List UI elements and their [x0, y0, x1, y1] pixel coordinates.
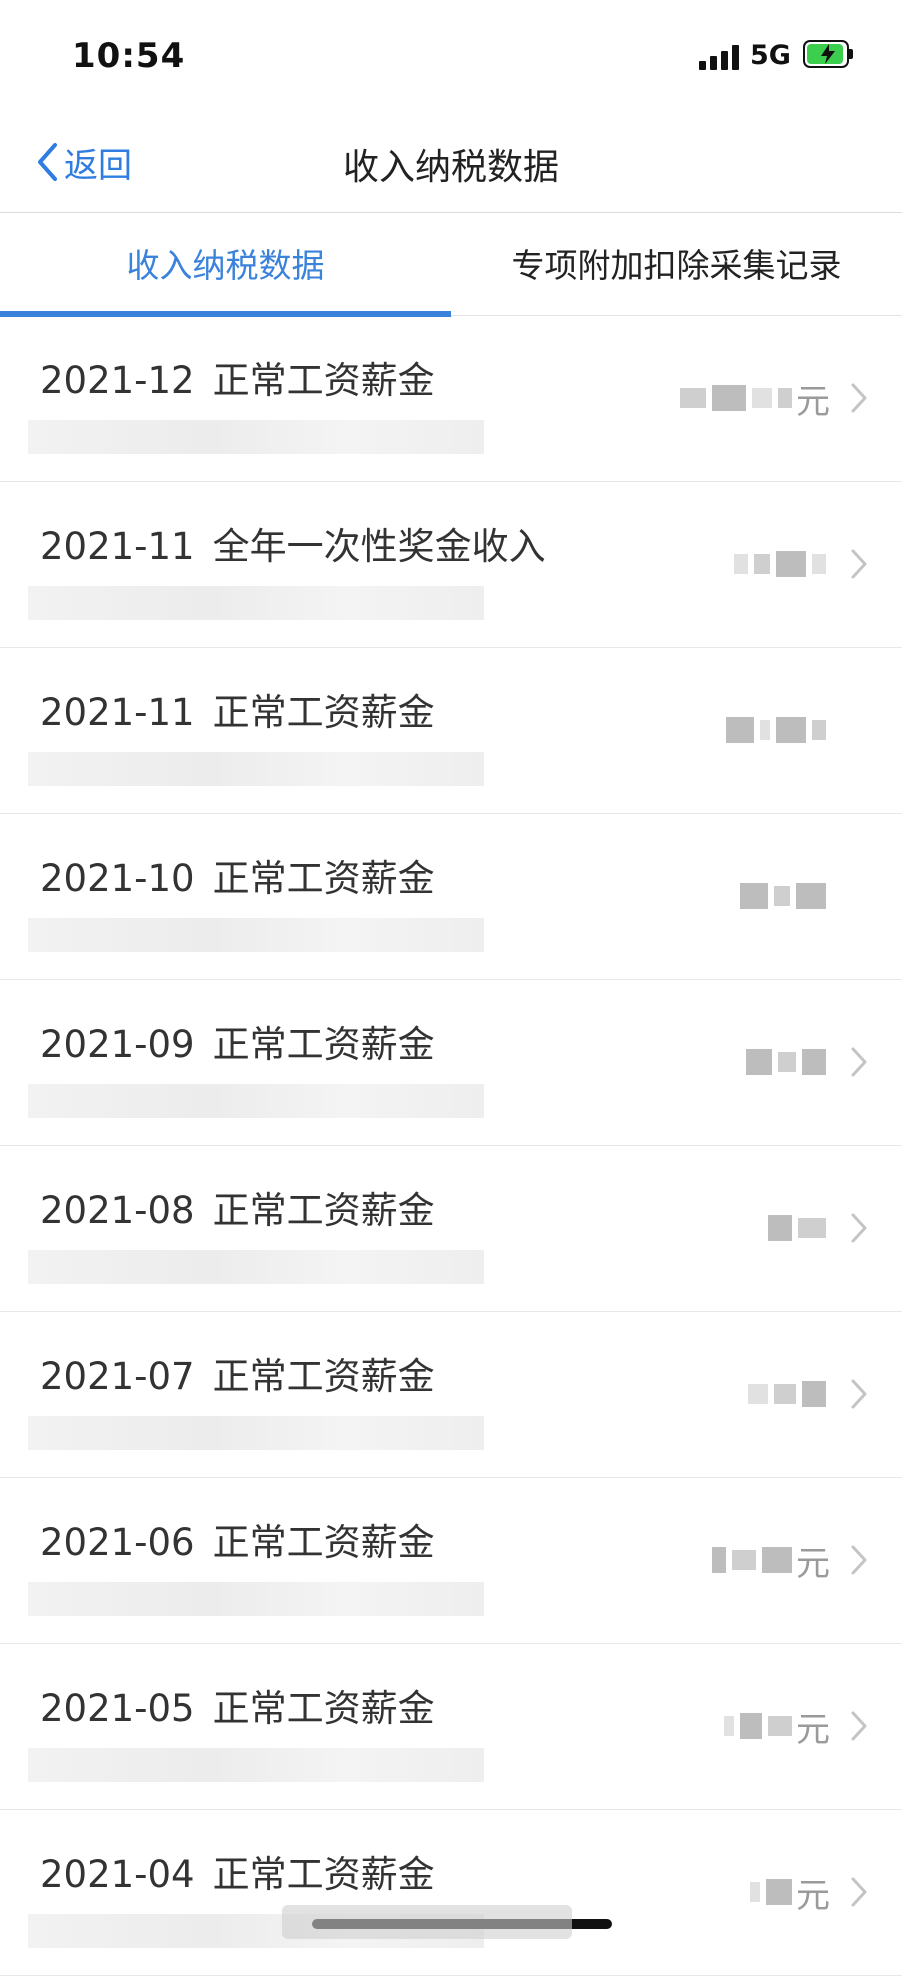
- redacted-detail: [28, 752, 484, 786]
- list-item[interactable]: 2021-10 正常工资薪金: [0, 814, 902, 980]
- battery-charging-icon: [803, 40, 853, 68]
- redacted-detail: [28, 420, 484, 454]
- redacted-overlay: [282, 1905, 572, 1939]
- record-type: 全年一次性奖金收入: [212, 525, 546, 568]
- redacted-amount: [660, 1370, 830, 1418]
- list-item[interactable]: 2021-06 正常工资薪金 元: [0, 1478, 902, 1644]
- record-title: 2021-11 正常工资薪金: [40, 682, 435, 736]
- status-time: 10:54: [72, 36, 186, 76]
- redacted-amount: 元: [660, 1536, 830, 1584]
- list-item[interactable]: 2021-08 正常工资薪金: [0, 1146, 902, 1312]
- redacted-amount: [660, 872, 830, 920]
- record-period: 2021-07: [40, 1355, 195, 1398]
- amount-unit: 元: [796, 1543, 830, 1584]
- chevron-right-icon: [851, 1213, 867, 1243]
- redacted-amount: [660, 540, 830, 588]
- record-title: 2021-06 正常工资薪金: [40, 1512, 435, 1566]
- amount-unit: 元: [796, 1709, 830, 1750]
- redacted-amount: [660, 706, 830, 754]
- record-type: 正常工资薪金: [212, 1521, 435, 1564]
- record-period: 2021-11: [40, 691, 195, 734]
- record-title: 2021-07 正常工资薪金: [40, 1346, 435, 1400]
- record-period: 2021-05: [40, 1687, 195, 1730]
- status-bar: 10:54 5G: [0, 0, 902, 110]
- record-type: 正常工资薪金: [212, 1853, 435, 1896]
- chevron-right-icon: [851, 1047, 867, 1077]
- redacted-detail: [28, 586, 484, 620]
- record-period: 2021-04: [40, 1853, 195, 1896]
- network-type: 5G: [750, 40, 791, 71]
- record-title: 2021-05 正常工资薪金: [40, 1678, 435, 1732]
- record-type: 正常工资薪金: [212, 1189, 435, 1232]
- record-period: 2021-10: [40, 857, 195, 900]
- record-period: 2021-11: [40, 525, 195, 568]
- redacted-detail: [28, 1748, 484, 1782]
- redacted-detail: [28, 1582, 484, 1616]
- record-type: 正常工资薪金: [212, 359, 435, 402]
- list-item[interactable]: 2021-09 正常工资薪金: [0, 980, 902, 1146]
- record-title: 2021-09 正常工资薪金: [40, 1014, 435, 1068]
- tab-income-tax-data[interactable]: 收入纳税数据: [0, 213, 451, 313]
- chevron-right-icon: [851, 1545, 867, 1575]
- list-item[interactable]: 2021-11 正常工资薪金: [0, 648, 902, 814]
- redacted-amount: 元: [660, 1702, 830, 1750]
- record-title: 2021-04 正常工资薪金: [40, 1844, 435, 1898]
- redacted-amount: 元: [660, 1868, 830, 1916]
- list-item[interactable]: 2021-11 全年一次性奖金收入: [0, 482, 902, 648]
- signal-bars-icon: [699, 44, 741, 70]
- record-title: 2021-12 正常工资薪金: [40, 350, 435, 404]
- page-title: 收入纳税数据: [342, 147, 559, 188]
- record-period: 2021-08: [40, 1189, 195, 1232]
- home-indicator[interactable]: [282, 1905, 612, 1939]
- nav-bar: 返回 收入纳税数据: [0, 110, 902, 213]
- tab-bar: 收入纳税数据 专项附加扣除采集记录: [0, 213, 902, 317]
- record-period: 2021-12: [40, 359, 195, 402]
- chevron-right-icon: [851, 1711, 867, 1741]
- chevron-right-icon: [851, 1379, 867, 1409]
- tab-special-deduction-records[interactable]: 专项附加扣除采集记录: [451, 213, 902, 313]
- list-item[interactable]: 2021-12 正常工资薪金 元: [0, 316, 902, 482]
- record-title: 2021-10 正常工资薪金: [40, 848, 435, 902]
- redacted-detail: [28, 1250, 484, 1284]
- record-type: 正常工资薪金: [212, 857, 435, 900]
- record-type: 正常工资薪金: [212, 1023, 435, 1066]
- chevron-right-icon: [851, 1877, 867, 1907]
- record-period: 2021-06: [40, 1521, 195, 1564]
- redacted-amount: [660, 1204, 830, 1252]
- record-type: 正常工资薪金: [212, 691, 435, 734]
- amount-unit: 元: [796, 1875, 830, 1916]
- redacted-amount: 元: [660, 374, 830, 422]
- amount-unit: 元: [796, 381, 830, 422]
- record-period: 2021-09: [40, 1023, 195, 1066]
- list-item[interactable]: 2021-05 正常工资薪金 元: [0, 1644, 902, 1810]
- record-title: 2021-11 全年一次性奖金收入: [40, 516, 546, 570]
- redacted-detail: [28, 918, 484, 952]
- income-record-list: 2021-12 正常工资薪金 元 2021-11 全年一次性奖金收入 2021-11…: [0, 316, 902, 1976]
- chevron-right-icon: [851, 549, 867, 579]
- record-type: 正常工资薪金: [212, 1687, 435, 1730]
- list-item[interactable]: 2021-04 正常工资薪金 元: [0, 1810, 902, 1976]
- redacted-amount: [660, 1038, 830, 1086]
- redacted-detail: [28, 1416, 484, 1450]
- record-type: 正常工资薪金: [212, 1355, 435, 1398]
- record-title: 2021-08 正常工资薪金: [40, 1180, 435, 1234]
- chevron-right-icon: [851, 383, 867, 413]
- list-item[interactable]: 2021-07 正常工资薪金: [0, 1312, 902, 1478]
- redacted-detail: [28, 1084, 484, 1118]
